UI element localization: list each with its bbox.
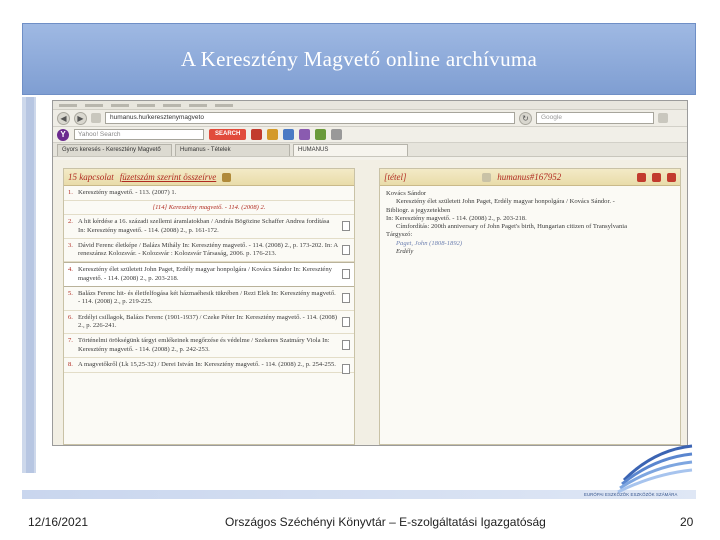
results-sort-label[interactable]: füzetszám szerint összeírve xyxy=(120,172,217,182)
browser-menubar xyxy=(53,101,687,110)
news-icon[interactable] xyxy=(315,129,327,140)
back-arrow-icon[interactable] xyxy=(652,172,662,182)
record-translated-title: Címfordítás: 200th anniversary of John P… xyxy=(396,223,628,231)
record-title: Keresztény élet született John Paget, Er… xyxy=(396,198,615,206)
document-icon[interactable] xyxy=(342,340,350,351)
results-count: 15 kapcsolat xyxy=(68,172,114,182)
messenger-icon[interactable] xyxy=(299,129,311,140)
document-icon[interactable] xyxy=(342,244,350,255)
yahoo-logo-icon: Y xyxy=(57,128,69,141)
tab-gyors-kereses[interactable]: Gyors keresés - Keresztény Magvető xyxy=(57,144,172,156)
back-icon[interactable]: ◀ xyxy=(57,111,70,125)
record-author: Kovács Sándor xyxy=(386,190,427,197)
tab-humanus[interactable]: HUMANUS xyxy=(293,144,408,156)
settings-icon[interactable] xyxy=(331,129,343,140)
record-subject-place[interactable]: Erdély xyxy=(386,248,674,256)
address-bar-row: ◀ ▶ humanus.hu/keresztenymagveto ↻ Googl… xyxy=(53,110,687,127)
slide-title-bar: A Keresztény Magvető online archívuma xyxy=(22,23,696,95)
page-number: 20 xyxy=(680,515,694,529)
list-item[interactable]: 2. A hit kérdése a 16. századi szellemi … xyxy=(64,215,354,239)
footer-date: 12/16/2021 xyxy=(28,515,89,529)
yahoo-toolbar: Y Yahoo! Search SEARCH xyxy=(53,127,687,143)
browser-tab-strip: Gyors keresés - Keresztény Magvető Human… xyxy=(53,143,687,157)
document-icon[interactable] xyxy=(342,293,350,304)
web-content: 15 kapcsolat füzetszám szerint összeírve… xyxy=(53,160,687,445)
record-id: humanus#167952 xyxy=(497,172,562,182)
url-input[interactable]: humanus.hu/keresztenymagveto xyxy=(105,112,515,124)
forward-icon[interactable]: ▶ xyxy=(74,111,87,125)
tab-humanus-tetelek[interactable]: Humanus - Tételek xyxy=(175,144,290,156)
record-source: In: Keresztény magvető. - 114. (2008) 2.… xyxy=(386,214,527,222)
document-icon[interactable] xyxy=(482,172,492,182)
star-icon[interactable] xyxy=(267,129,279,140)
search-icon[interactable] xyxy=(222,172,232,182)
yahoo-search-button[interactable]: SEARCH xyxy=(209,129,247,140)
list-item[interactable]: 5. Balázs Ferenc hit- és életfelfogása k… xyxy=(64,287,354,311)
record-detail: Kovács Sándor Keresztény élet született … xyxy=(380,186,680,260)
list-item[interactable]: 1. Keresztény magvető. - 113. (2007) 1. xyxy=(64,186,354,202)
results-pane-header: 15 kapcsolat füzetszám szerint összeírve xyxy=(64,169,354,186)
list-item[interactable]: 7. Történelmi örökségünk tárgyi emlékein… xyxy=(64,334,354,358)
detail-pane: [tétel] humanus#167952 Kovács Sándor Ker… xyxy=(379,168,681,445)
document-icon[interactable] xyxy=(342,221,350,232)
detail-pane-header: [tétel] humanus#167952 xyxy=(380,169,680,186)
browser-window: ◀ ▶ humanus.hu/keresztenymagveto ↻ Googl… xyxy=(52,100,688,446)
document-icon[interactable] xyxy=(342,316,350,327)
reload-icon[interactable]: ↻ xyxy=(519,111,532,125)
record-subject-label: Tárgyszó: xyxy=(386,231,413,239)
record-subject-person[interactable]: Paget, John (1808-1892) xyxy=(386,240,674,248)
document-icon[interactable] xyxy=(342,363,350,374)
print-icon[interactable] xyxy=(637,172,647,182)
site-icon xyxy=(91,113,101,123)
home-icon[interactable] xyxy=(658,113,668,123)
list-item[interactable]: 6. Erdélyi csillagok, Balázs Ferenc (190… xyxy=(64,311,354,335)
mail-icon[interactable] xyxy=(251,129,263,140)
document-icon[interactable] xyxy=(342,269,350,280)
volume-subheading: [114] Keresztény magvető. - 114. (2008) … xyxy=(64,201,354,216)
results-pane: 15 kapcsolat füzetszám szerint összeírve… xyxy=(63,168,355,445)
yahoo-search-input[interactable]: Yahoo! Search xyxy=(74,129,204,140)
eu-logo-icon xyxy=(617,444,693,494)
slide-title: A Keresztény Magvető online archívuma xyxy=(180,46,538,71)
logo-caption: EURÓPAI ESZKÖZÖK ESZKÖZÖK SZÁMÁRA xyxy=(584,492,678,497)
record-note: Bibliogr. a jegyzetekben xyxy=(386,206,451,214)
forward-arrow-icon[interactable] xyxy=(667,172,677,182)
list-item[interactable]: 8. A magvetőkről (Lk 15,25-32) / Derei I… xyxy=(64,358,354,374)
detail-item-label: [tétel] xyxy=(384,172,407,182)
list-item-selected[interactable]: 4. Keresztény élet született John Paget,… xyxy=(64,262,354,288)
bookmark-icon[interactable] xyxy=(283,129,295,140)
browser-search-input[interactable]: Google xyxy=(536,112,654,124)
footer-organization: Országos Széchényi Könyvtár – E-szolgált… xyxy=(225,515,546,529)
left-decor-strip-inner xyxy=(26,97,34,473)
list-item[interactable]: 3. Dávid Ferenc életképe / Balázs Mihály… xyxy=(64,239,354,263)
